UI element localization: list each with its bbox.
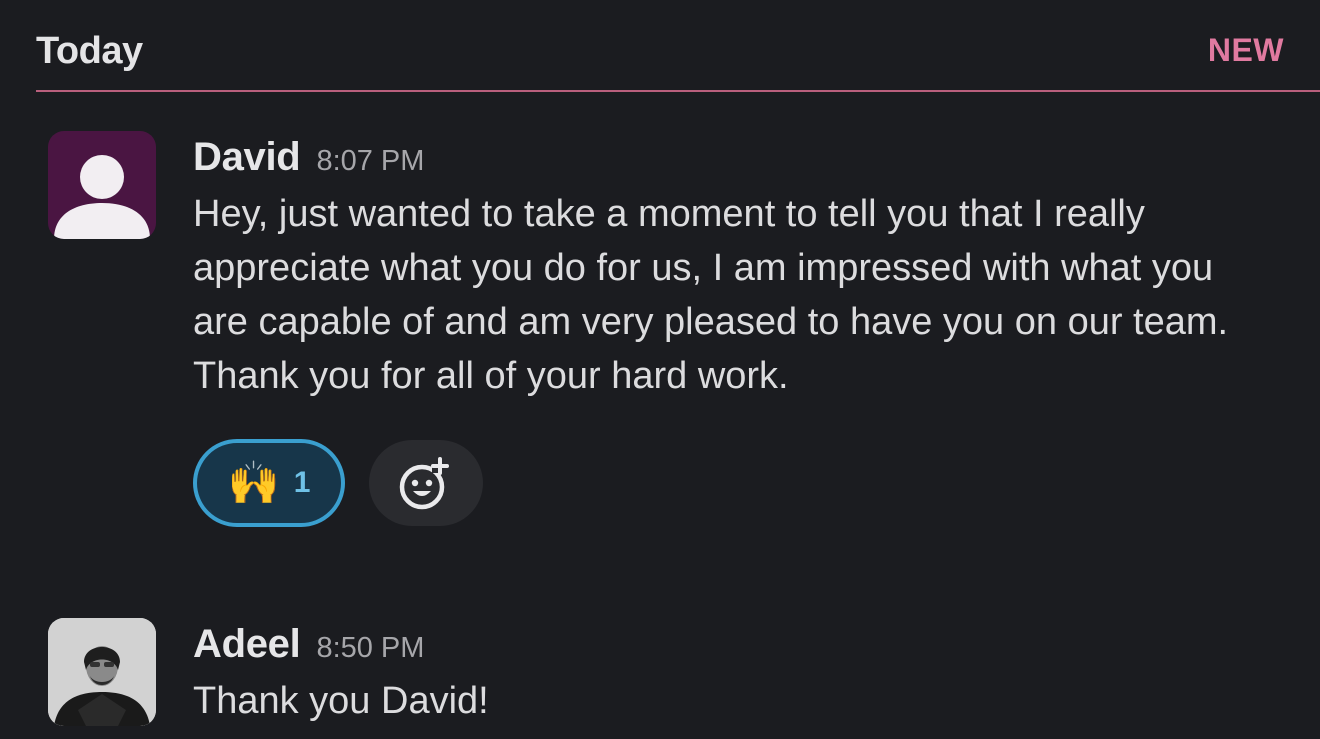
- reaction-button[interactable]: 🙌 1: [193, 439, 345, 527]
- author-name[interactable]: Adeel: [193, 622, 301, 667]
- reactions-bar: 🙌 1: [193, 439, 1293, 527]
- day-label: Today: [36, 30, 143, 72]
- add-reaction-button[interactable]: [369, 440, 483, 526]
- default-user-icon: [54, 155, 150, 239]
- message-text: Thank you David!: [193, 680, 489, 722]
- author-name[interactable]: David: [193, 135, 301, 180]
- raised-hands-emoji-icon: 🙌: [227, 459, 280, 506]
- add-emoji-icon: [399, 457, 449, 510]
- avatar[interactable]: [48, 131, 156, 239]
- message-timestamp[interactable]: 8:50 PM: [316, 632, 424, 665]
- avatar[interactable]: [48, 618, 156, 726]
- message-text: Hey, just wanted to take a moment to tel…: [193, 193, 1229, 397]
- message-timestamp[interactable]: 8:07 PM: [316, 145, 424, 178]
- user-photo-icon: [48, 618, 156, 726]
- new-messages-label: NEW: [1207, 32, 1284, 68]
- reaction-count: 1: [293, 466, 311, 499]
- day-divider: Today NEW: [36, 26, 1320, 92]
